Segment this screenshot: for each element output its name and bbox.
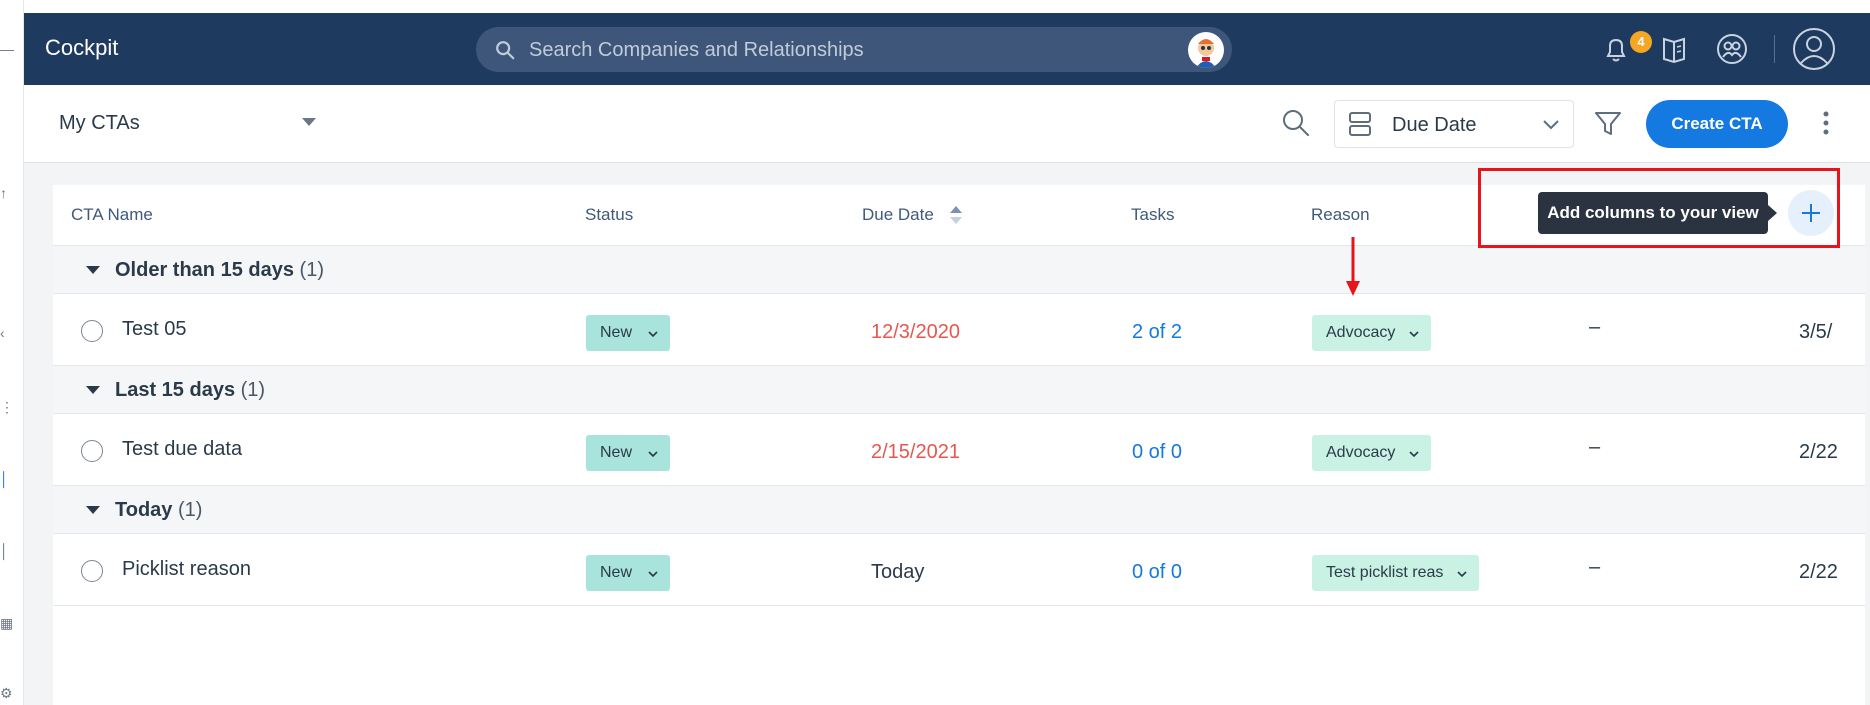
chevron-down-icon <box>648 331 658 338</box>
complete-radio[interactable] <box>81 560 103 582</box>
filter-icon[interactable] <box>1592 107 1624 139</box>
group-label: Today (1) <box>115 499 203 521</box>
sort-by-label: Due Date <box>1392 114 1477 136</box>
plus-icon <box>1802 204 1820 222</box>
column-header-due-date[interactable]: Due Date <box>862 205 934 225</box>
due-date: 12/3/2020 <box>871 321 960 343</box>
cta-name[interactable]: Picklist reason <box>122 558 251 581</box>
view-selector-caret-icon[interactable] <box>302 118 316 126</box>
nav-icon[interactable]: │ <box>0 544 10 558</box>
column-header-status[interactable]: Status <box>585 205 633 225</box>
people-icon[interactable] <box>1714 31 1750 67</box>
app-title: Cockpit <box>45 35 119 60</box>
table-row[interactable]: Test due data New 2/15/2021 0 of 0 Advoc… <box>53 414 1865 486</box>
assistant-avatar[interactable] <box>1188 32 1224 68</box>
nav-icon[interactable]: ⋮ <box>0 400 14 414</box>
create-cta-button[interactable]: Create CTA <box>1646 100 1788 148</box>
nav-icon[interactable]: ▦ <box>0 616 13 630</box>
created-date: 3/5/ <box>1799 321 1833 343</box>
view-toolbar: My CTAs Due Date Create CTA <box>24 85 1870 163</box>
nav-icon[interactable]: ⚙ <box>0 686 13 700</box>
owner-value: – <box>1589 436 1601 458</box>
chevron-down-icon <box>1457 571 1467 578</box>
layout-rows-icon <box>1349 112 1371 136</box>
owner-value: – <box>1589 316 1601 338</box>
status-dropdown[interactable]: New <box>586 555 670 591</box>
nav-icon[interactable]: ‹ <box>0 326 10 340</box>
chevron-down-icon <box>648 571 658 578</box>
tooltip-pointer <box>1768 205 1777 221</box>
cta-grid: CTA Name Status Due Date Tasks Reason Ol… <box>53 185 1865 705</box>
red-arrow-annotation <box>1346 237 1360 296</box>
group-label: Older than 15 days (1) <box>115 259 324 281</box>
tasks-link[interactable]: 0 of 0 <box>1132 441 1182 464</box>
topbar-divider <box>1774 35 1775 63</box>
column-header-tasks[interactable]: Tasks <box>1131 205 1174 225</box>
created-date: 2/22 <box>1799 441 1838 463</box>
status-dropdown[interactable]: New <box>586 315 670 351</box>
group-header[interactable]: Last 15 days (1) <box>53 366 1865 414</box>
table-row[interactable]: Picklist reason New Today 0 of 0 Test pi… <box>53 534 1865 606</box>
view-selector[interactable]: My CTAs <box>59 112 140 135</box>
cta-name[interactable]: Test due data <box>122 438 242 461</box>
top-navigation-bar: Cockpit Search Companies and Relationshi… <box>24 13 1870 85</box>
global-search[interactable]: Search Companies and Relationships <box>476 27 1232 72</box>
chevron-down-icon <box>1409 451 1419 458</box>
search-icon <box>496 41 515 60</box>
owner-value: – <box>1589 556 1601 578</box>
left-nav-rail: — ↑ ‹ ⋮ │ │ ▦ ⚙ <box>0 0 24 705</box>
chevron-down-icon <box>1409 331 1419 338</box>
book-icon[interactable] <box>1656 31 1692 67</box>
complete-radio[interactable] <box>81 440 103 462</box>
complete-radio[interactable] <box>81 320 103 342</box>
tasks-link[interactable]: 2 of 2 <box>1132 321 1182 344</box>
nav-icon[interactable]: — <box>0 42 14 56</box>
mascot-icon <box>1196 39 1216 68</box>
table-row[interactable]: Test 05 New 12/3/2020 2 of 2 Advocacy – … <box>53 294 1865 366</box>
more-vertical-icon[interactable] <box>1818 107 1834 139</box>
collapse-caret-icon[interactable] <box>86 506 100 514</box>
add-columns-button[interactable] <box>1788 190 1834 236</box>
group-header[interactable]: Today (1) <box>53 486 1865 534</box>
search-icon[interactable] <box>1280 107 1312 139</box>
chevron-down-icon <box>648 451 658 458</box>
reason-dropdown[interactable]: Advocacy <box>1312 435 1432 471</box>
add-columns-tooltip: Add columns to your view <box>1538 192 1768 234</box>
sort-by-dropdown[interactable]: Due Date <box>1334 100 1574 148</box>
group-label: Last 15 days (1) <box>115 379 266 401</box>
bell-icon[interactable] <box>1598 31 1634 67</box>
search-placeholder: Search Companies and Relationships <box>529 39 864 61</box>
collapse-caret-icon[interactable] <box>86 386 100 394</box>
notification-badge: 4 <box>1630 31 1652 53</box>
reason-dropdown[interactable]: Test picklist reas <box>1312 555 1480 591</box>
collapse-caret-icon[interactable] <box>86 266 100 274</box>
due-date: Today <box>871 561 925 583</box>
sort-ascending-icon[interactable] <box>949 205 963 225</box>
group-header[interactable]: Older than 15 days (1) <box>53 246 1865 294</box>
nav-icon[interactable]: ↑ <box>0 186 10 200</box>
due-date: 2/15/2021 <box>871 441 960 463</box>
cta-name[interactable]: Test 05 <box>122 318 186 341</box>
user-avatar-icon[interactable] <box>1792 27 1836 71</box>
nav-icon-active[interactable]: │ <box>0 472 10 486</box>
column-header-reason[interactable]: Reason <box>1311 205 1370 225</box>
created-date: 2/22 <box>1799 561 1838 583</box>
status-dropdown[interactable]: New <box>586 435 670 471</box>
chevron-down-icon <box>1543 120 1559 130</box>
column-header-cta-name[interactable]: CTA Name <box>71 205 153 225</box>
reason-dropdown[interactable]: Advocacy <box>1312 315 1432 351</box>
tasks-link[interactable]: 0 of 0 <box>1132 561 1182 584</box>
